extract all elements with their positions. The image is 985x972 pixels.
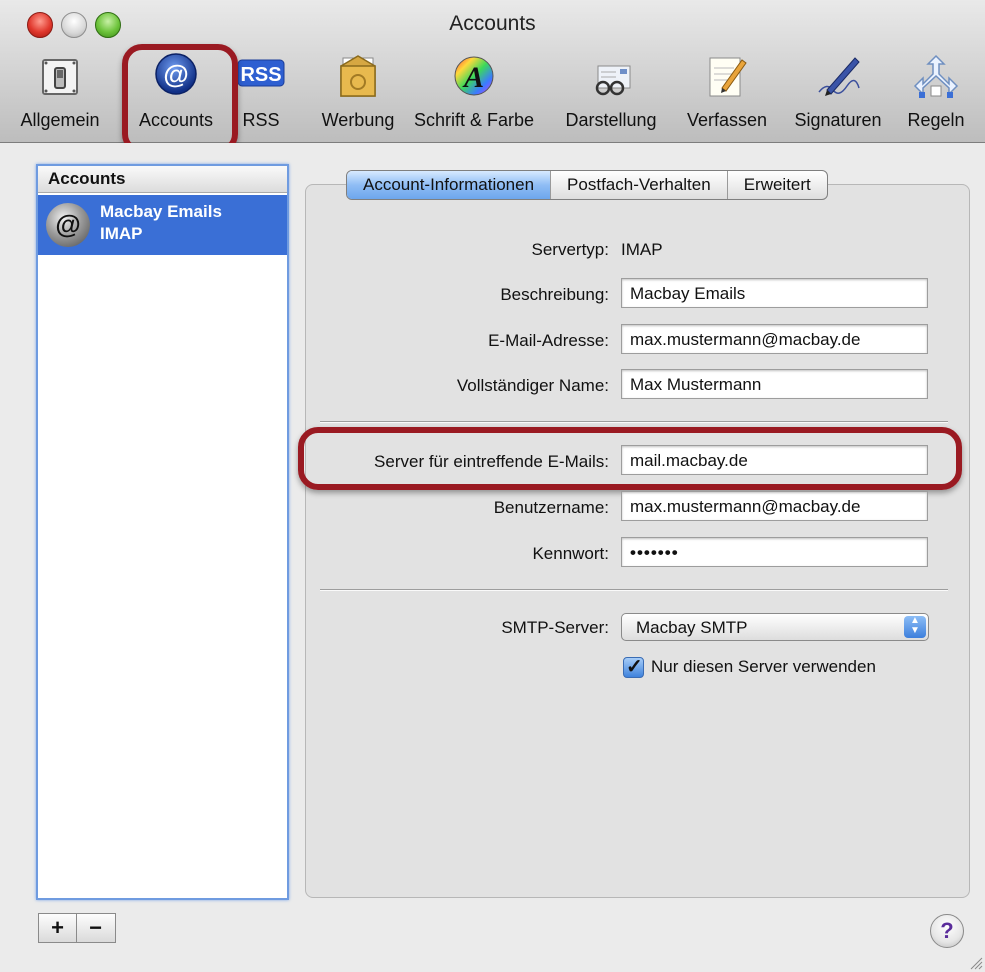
- svg-text:RSS: RSS: [240, 64, 281, 86]
- help-button[interactable]: ?: [930, 914, 964, 948]
- description-field[interactable]: Macbay Emails: [621, 278, 928, 308]
- toolbar-label-rss: RSS: [242, 110, 280, 130]
- remove-account-button[interactable]: −: [77, 914, 114, 942]
- tab-postfach-verhalten[interactable]: Postfach-Verhalten: [551, 171, 728, 199]
- rules-icon: [913, 54, 959, 98]
- account-name-title: Macbay Emails: [100, 202, 222, 221]
- account-name-type: IMAP: [100, 224, 143, 243]
- form-separator-2: [320, 589, 948, 591]
- account-row-selected[interactable]: @ Macbay Emails IMAP: [38, 195, 287, 255]
- toolbar-item-schrift-farbe[interactable]: A Schrift & Farbe: [404, 52, 544, 136]
- toolbar-label-regeln: Regeln: [907, 110, 965, 130]
- window-title: Accounts: [449, 12, 536, 35]
- full-name-field[interactable]: Max Mustermann: [621, 369, 928, 399]
- toolbar-item-darstellung[interactable]: Darstellung: [556, 52, 666, 136]
- account-add-remove-buttons: + −: [38, 913, 116, 943]
- viewing-glasses-icon: [595, 65, 631, 96]
- email-address-label: E-Mail-Adresse:: [488, 331, 609, 350]
- email-address-field[interactable]: max.mustermann@macbay.de: [621, 324, 928, 354]
- toolbar-label-allgemein: Allgemein: [20, 110, 100, 130]
- username-label: Benutzername:: [493, 498, 609, 517]
- account-at-icon: @: [46, 203, 90, 247]
- checkmark-icon: ✓: [626, 656, 643, 678]
- password-field[interactable]: •••••••: [621, 537, 928, 567]
- compose-pencil-icon: [709, 57, 747, 97]
- form-separator-1: [320, 421, 948, 423]
- server-type-value: IMAP: [621, 240, 663, 259]
- resize-grip-icon[interactable]: [969, 956, 983, 970]
- toolbar-label-verfassen: Verfassen: [686, 110, 768, 130]
- only-this-server-checkbox[interactable]: ✓: [623, 656, 644, 678]
- password-label: Kennwort:: [532, 544, 609, 563]
- toolbar-item-rss[interactable]: RSS RSS: [232, 52, 290, 136]
- toolbar-item-regeln[interactable]: Regeln: [898, 52, 974, 136]
- accounts-list-header: Accounts: [38, 166, 287, 193]
- toolbar-label-signaturen: Signaturen: [794, 110, 882, 130]
- toolbar-item-signaturen[interactable]: Signaturen: [784, 52, 892, 136]
- toolbar-item-verfassen[interactable]: Verfassen: [680, 52, 774, 136]
- server-type-label: Servertyp:: [531, 240, 609, 259]
- add-account-button[interactable]: +: [39, 914, 77, 942]
- toolbar-label-werbung: Werbung: [321, 110, 395, 130]
- username-field[interactable]: max.mustermann@macbay.de: [621, 491, 928, 521]
- toolbar-item-allgemein[interactable]: Allgemein: [14, 52, 106, 136]
- incoming-server-highlight: [298, 427, 962, 490]
- toolbar-item-werbung[interactable]: Werbung: [302, 52, 414, 136]
- tab-account-informationen[interactable]: Account-Informationen: [347, 171, 552, 199]
- description-label: Beschreibung:: [500, 285, 609, 304]
- smtp-server-select[interactable]: Macbay SMTP ▲ ▼: [621, 613, 929, 641]
- select-arrows-icon: ▲ ▼: [904, 616, 926, 638]
- signature-pen-icon: [818, 57, 860, 96]
- switch-icon: [42, 59, 78, 95]
- tab-erweitert[interactable]: Erweitert: [728, 171, 827, 199]
- font-color-icon: A: [454, 56, 494, 96]
- toolbar-label-darstellung: Darstellung: [565, 110, 657, 130]
- accounts-toolbar-highlight: [122, 44, 238, 154]
- smtp-server-label: SMTP-Server:: [501, 618, 609, 637]
- account-name: Macbay Emails IMAP: [100, 201, 222, 245]
- toolbar-label-schrift-farbe: Schrift & Farbe: [413, 110, 535, 130]
- junk-mail-icon: [340, 55, 376, 97]
- account-tabs: Account-Informationen Postfach-Verhalten…: [346, 170, 828, 200]
- accounts-list[interactable]: Accounts @ Macbay Emails IMAP: [36, 164, 289, 900]
- rss-icon: RSS: [237, 59, 285, 87]
- preferences-window: Accounts Allgemein @ Accounts RSS RSS We…: [0, 0, 985, 972]
- smtp-server-value: Macbay SMTP: [636, 618, 748, 637]
- only-this-server-label: Nur diesen Server verwenden: [651, 657, 876, 676]
- full-name-label: Vollständiger Name:: [456, 376, 609, 395]
- svg-text:A: A: [462, 61, 484, 94]
